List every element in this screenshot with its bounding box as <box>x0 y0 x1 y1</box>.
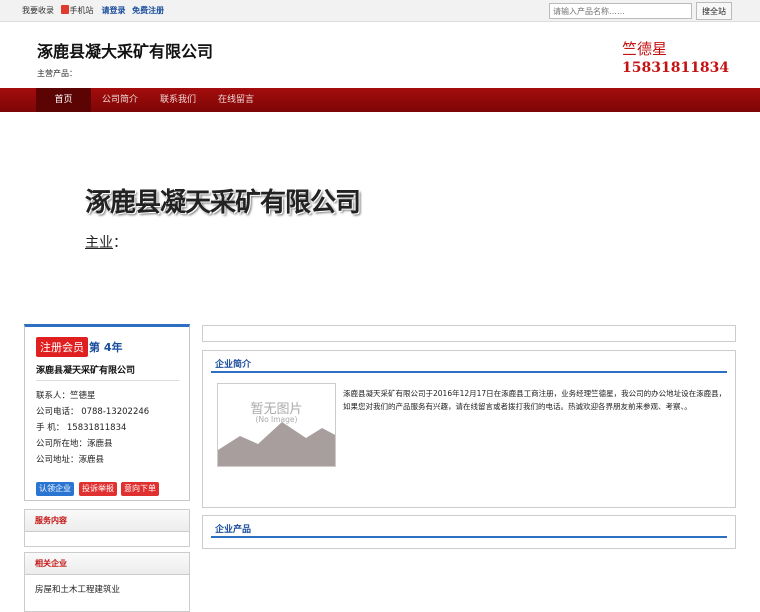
services-title: 服务内容 <box>25 510 189 532</box>
mountain-icon <box>218 422 335 466</box>
related-panel: 相关企业 房屋和土木工程建筑业 <box>24 552 190 612</box>
claim-company-button[interactable]: 认领企业 <box>36 482 74 496</box>
nav-contact[interactable]: 联系我们 <box>149 88 207 112</box>
search-input[interactable] <box>549 3 692 19</box>
card-address: 公司地址：涿鹿县 <box>36 455 105 465</box>
card-location: 公司所在地：涿鹿县 <box>36 439 113 449</box>
company-card: 注册会员 第 4年 涿鹿县凝天采矿有限公司 联系人：竺德星 公司电话： 0788… <box>24 324 190 501</box>
search-button[interactable]: 搜全站 <box>696 2 732 20</box>
report-button[interactable]: 投诉举报 <box>79 482 117 496</box>
banner-sub-label: 主业 <box>85 235 113 251</box>
banner-subtitle: 主业： <box>85 232 127 252</box>
nav-message[interactable]: 在线留言 <box>207 88 265 112</box>
card-tel: 公司电话： 0788-13202246 <box>36 407 150 417</box>
mobile-site-link[interactable]: 手机站 <box>60 5 98 15</box>
related-title: 相关企业 <box>25 553 189 575</box>
intro-text: 涿鹿县凝天采矿有限公司于2016年12月17日在涿鹿县工商注册，业务经理竺德星，… <box>343 389 727 411</box>
main-products-label: 主营产品： <box>37 69 77 78</box>
products-title: 企业产品 <box>211 522 727 538</box>
related-list: 房屋和土木工程建筑业 <box>25 575 189 603</box>
card-mobile: 手 机： 15831811834 <box>36 423 127 433</box>
related-item[interactable]: 房屋和土木工程建筑业 <box>35 583 179 595</box>
intro-panel: 企业简介 暂无图片 (No Image) 涿鹿县凝天采矿有限公司于2016年12… <box>202 350 736 508</box>
register-link[interactable]: 免费注册 <box>132 6 164 15</box>
right-top-strip <box>202 325 736 342</box>
intro-title: 企业简介 <box>211 357 727 373</box>
mobile-site-label: 手机站 <box>69 6 94 15</box>
card-divider <box>36 380 179 381</box>
no-image-placeholder: 暂无图片 (No Image) <box>217 383 336 467</box>
member-year: 第 4年 <box>89 341 123 354</box>
no-image-subtext: (No Image) <box>255 415 298 424</box>
card-company-name: 涿鹿县凝天采矿有限公司 <box>36 366 136 376</box>
banner-title: 涿鹿县凝天采矿有限公司 <box>85 188 361 218</box>
nav-about[interactable]: 公司简介 <box>91 88 149 112</box>
card-contact: 联系人：竺德星 <box>36 391 96 401</box>
banner-sub-colon: ： <box>113 235 127 251</box>
top-bar: 我要收录 手机站请登录 免费注册 搜全站 <box>0 0 760 22</box>
nav-home[interactable]: 首页 <box>36 88 91 112</box>
services-panel: 服务内容 <box>24 509 190 547</box>
header-contact-name: 竺德星 <box>622 40 668 58</box>
company-title: 涿鹿县凝大采矿有限公司 <box>37 42 214 61</box>
main-nav: 首页 公司简介 联系我们 在线留言 <box>0 88 760 112</box>
member-badge: 注册会员 <box>36 337 88 357</box>
products-panel: 企业产品 <box>202 515 736 549</box>
top-links: 我要收录 手机站 请登录 免费注册 <box>22 5 168 16</box>
mobile-phone-icon <box>60 5 69 14</box>
login-link[interactable]: 请登录 <box>102 6 126 15</box>
order-intent-button[interactable]: 意向下单 <box>121 482 159 496</box>
header-contact-phone: 15831811834 <box>622 60 730 76</box>
collect-link[interactable]: 我要收录 <box>22 6 54 15</box>
